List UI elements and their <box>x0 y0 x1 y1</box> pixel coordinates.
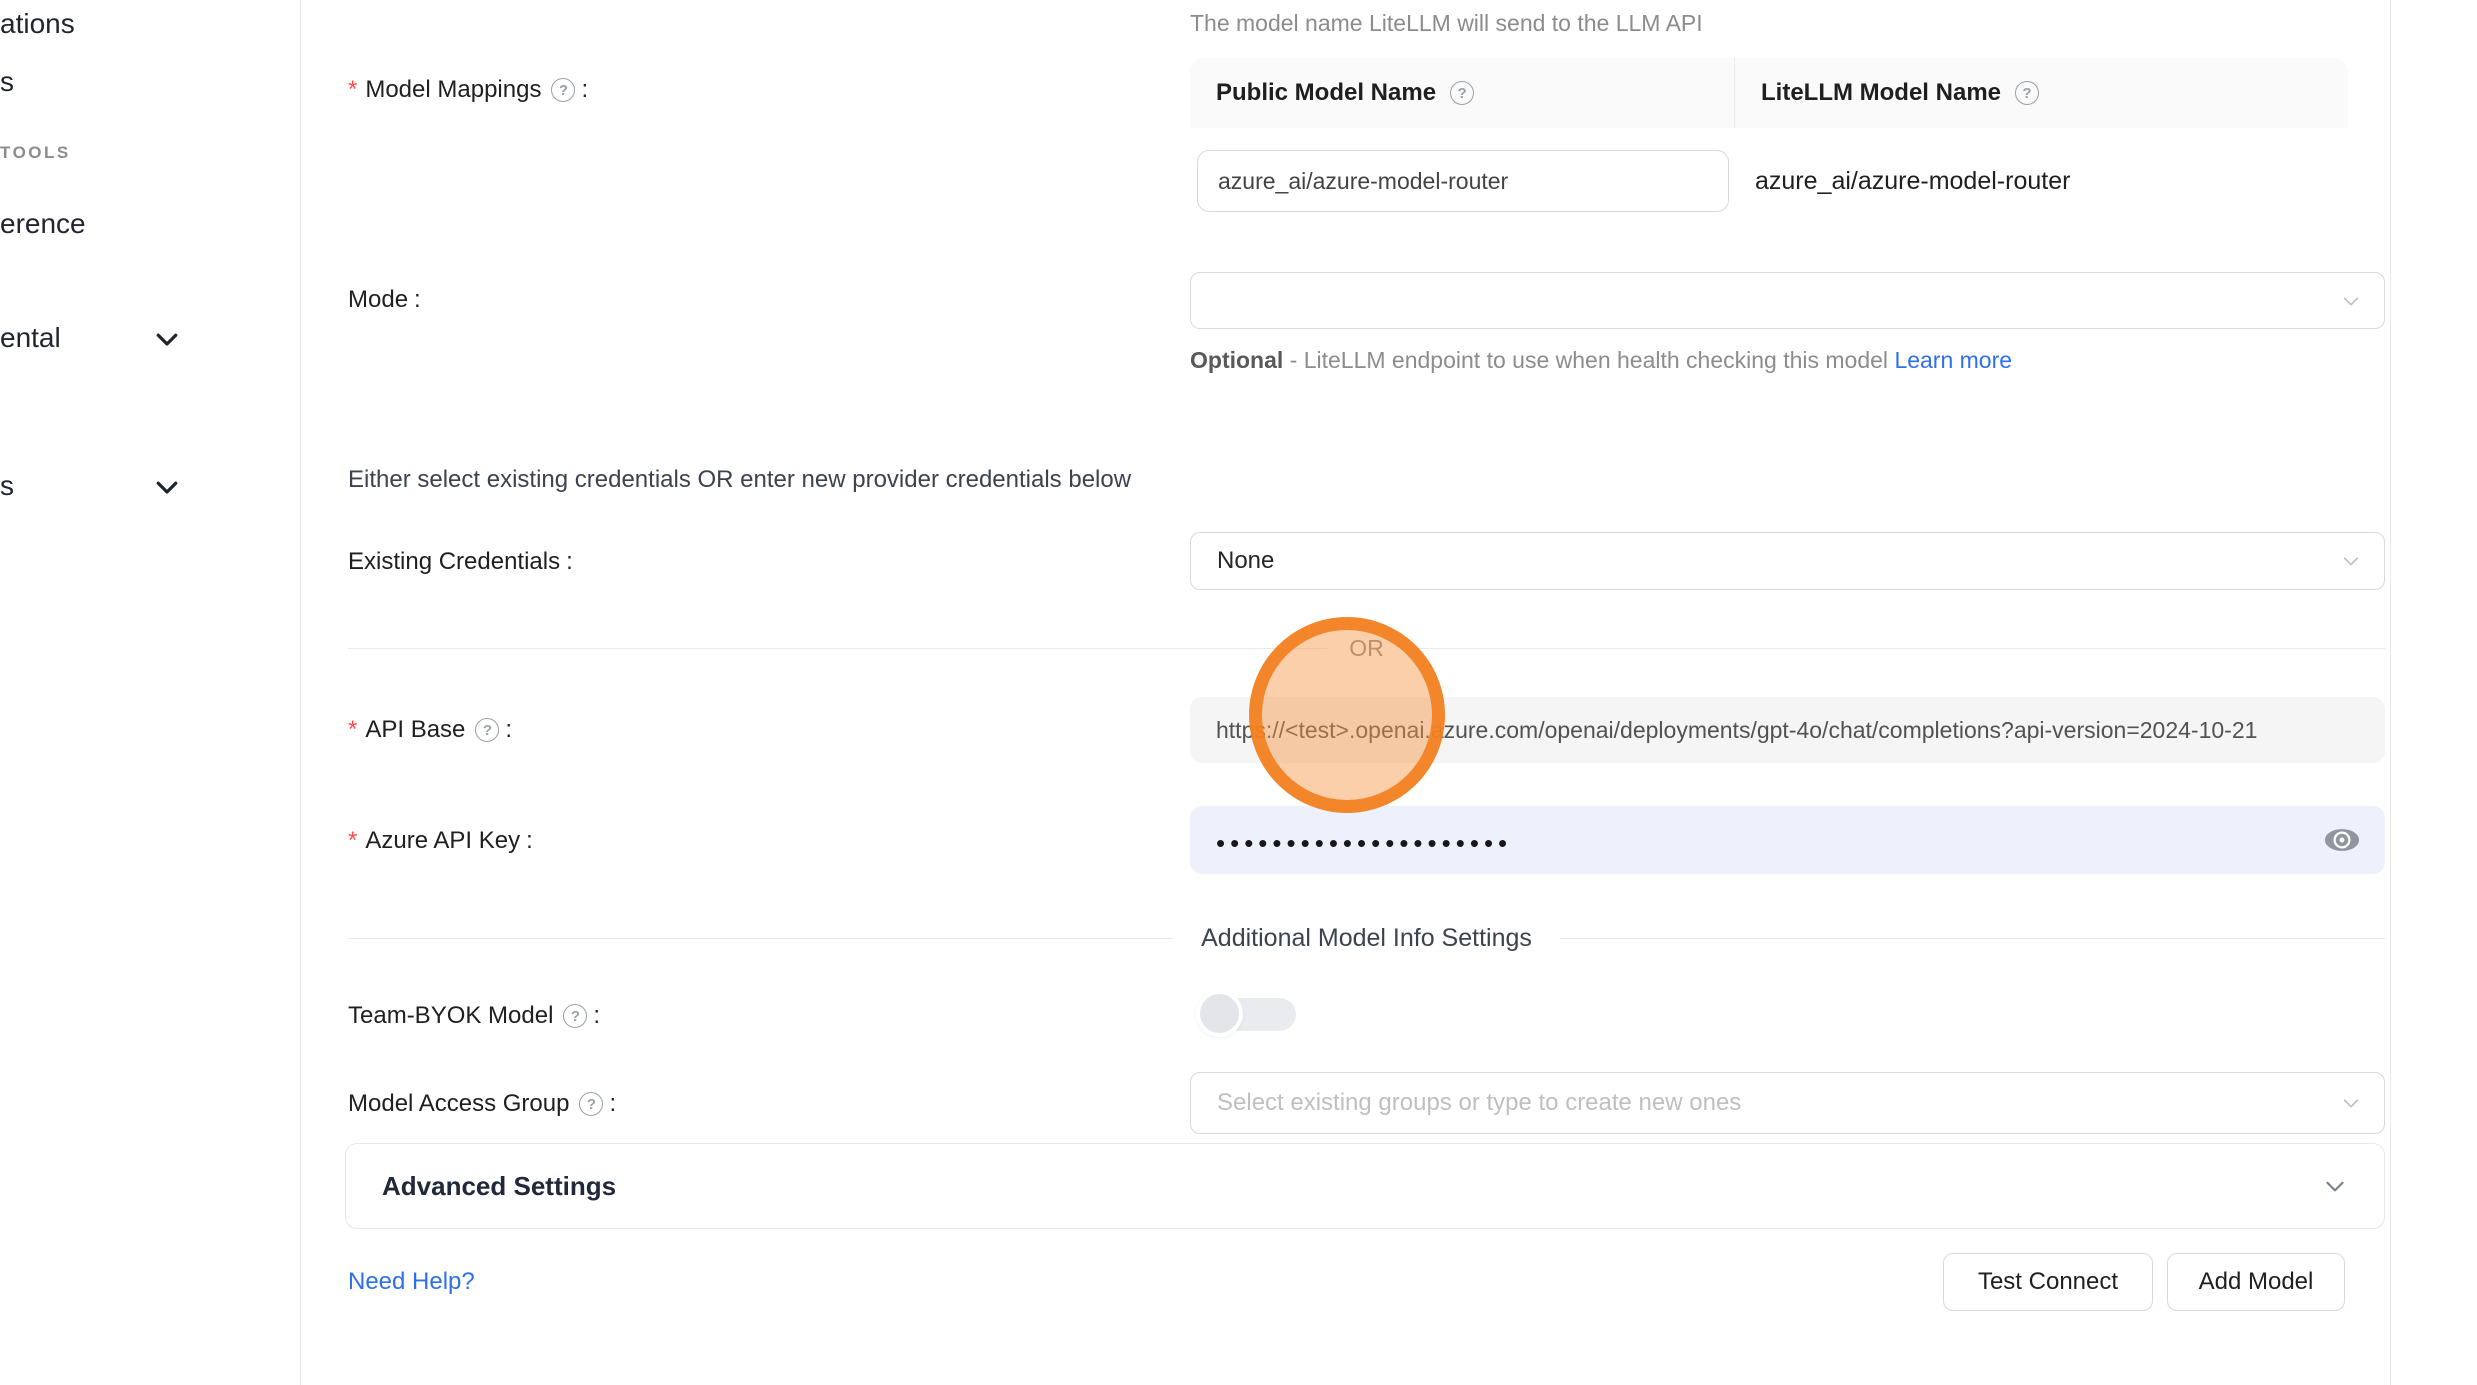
help-icon[interactable]: ? <box>579 1092 603 1116</box>
table-row: azure_ai/azure-model-router azure_ai/azu… <box>1190 128 2348 234</box>
model-access-group-label: Model Access Group ? : <box>348 1090 616 1118</box>
sidebar-item-erence[interactable]: erence <box>0 208 86 240</box>
existing-credentials-label: Existing Credentials : <box>348 548 573 576</box>
chevron-down-icon <box>2340 1092 2362 1114</box>
public-model-name-input[interactable]: azure_ai/azure-model-router <box>1197 150 1729 212</box>
model-name-hint: The model name LiteLLM will send to the … <box>1190 10 1703 37</box>
add-model-page: ations s TOOLS erence ental s The model … <box>0 0 2477 1385</box>
api-base-input[interactable]: https://<test>.openai.azure.com/openai/d… <box>1190 697 2385 763</box>
chevron-down-icon <box>2340 550 2362 572</box>
mode-help-text: Optional - LiteLLM endpoint to use when … <box>1190 340 2030 380</box>
sidebar-item-ental[interactable]: ental <box>0 322 61 354</box>
masked-password-value: ••••••••••••••••••••• <box>1216 830 1512 856</box>
help-icon[interactable]: ? <box>2015 81 2039 105</box>
sidebar-item-s2[interactable]: s <box>0 470 14 502</box>
sidebar-item-ations[interactable]: ations <box>0 8 75 40</box>
model-mappings-label: * Model Mappings ? : <box>348 76 588 104</box>
model-mappings-table: Public Model Name ? LiteLLM Model Name ?… <box>1190 58 2348 234</box>
select-placeholder: Select existing groups or type to create… <box>1217 1089 1741 1117</box>
column-header-litellm-model-name: LiteLLM Model Name ? <box>1735 58 2348 128</box>
or-divider: OR <box>348 628 2385 668</box>
sidebar-item-label: erence <box>0 208 86 240</box>
api-base-label: * API Base ? : <box>348 716 512 744</box>
required-asterisk: * <box>348 829 357 853</box>
chevron-down-icon <box>152 324 182 354</box>
mode-select[interactable] <box>1190 272 2385 329</box>
required-asterisk: * <box>348 718 357 742</box>
mode-label: Mode : <box>348 286 421 314</box>
need-help-link[interactable]: Need Help? <box>348 1268 475 1296</box>
eye-icon[interactable] <box>2323 825 2361 855</box>
sidebar-section-tools: TOOLS <box>0 143 71 163</box>
table-header-row: Public Model Name ? LiteLLM Model Name ? <box>1190 58 2348 128</box>
credentials-note: Either select existing credentials OR en… <box>348 466 1131 494</box>
chevron-down-icon <box>152 472 182 502</box>
additional-settings-divider: Additional Model Info Settings <box>348 918 2385 958</box>
team-byok-label: Team-BYOK Model ? : <box>348 1002 600 1030</box>
advanced-settings-title: Advanced Settings <box>382 1171 616 1202</box>
team-byok-toggle[interactable] <box>1196 990 1300 1038</box>
model-access-group-select[interactable]: Select existing groups or type to create… <box>1190 1072 2385 1134</box>
azure-api-key-input[interactable]: ••••••••••••••••••••• <box>1190 806 2385 874</box>
help-icon[interactable]: ? <box>551 78 575 102</box>
existing-credentials-select[interactable]: None <box>1190 532 2385 590</box>
chevron-down-icon <box>2340 290 2362 312</box>
azure-api-key-label: * Azure API Key : <box>348 827 533 855</box>
litellm-model-name-value: azure_ai/azure-model-router <box>1735 167 2348 196</box>
help-icon[interactable]: ? <box>563 1004 587 1028</box>
sidebar-item-label: ations <box>0 8 75 40</box>
advanced-settings-header[interactable]: Advanced Settings <box>345 1143 2385 1229</box>
sidebar-item-s1[interactable]: s <box>0 66 14 98</box>
required-asterisk: * <box>348 78 357 102</box>
chevron-down-icon <box>2322 1173 2348 1199</box>
add-model-button[interactable]: Add Model <box>2167 1253 2345 1311</box>
toggle-knob <box>1196 990 1243 1037</box>
help-icon[interactable]: ? <box>475 718 499 742</box>
learn-more-link[interactable]: Learn more <box>1894 347 2012 373</box>
content-right-border <box>2390 0 2391 1385</box>
sidebar-item-label: s <box>0 470 14 502</box>
sidebar-divider <box>300 0 301 1385</box>
sidebar-item-label: ental <box>0 322 61 354</box>
help-icon[interactable]: ? <box>1450 81 1474 105</box>
sidebar-item-label: s <box>0 66 14 98</box>
test-connect-button[interactable]: Test Connect <box>1943 1253 2153 1311</box>
column-header-public-model-name: Public Model Name ? <box>1190 58 1735 128</box>
